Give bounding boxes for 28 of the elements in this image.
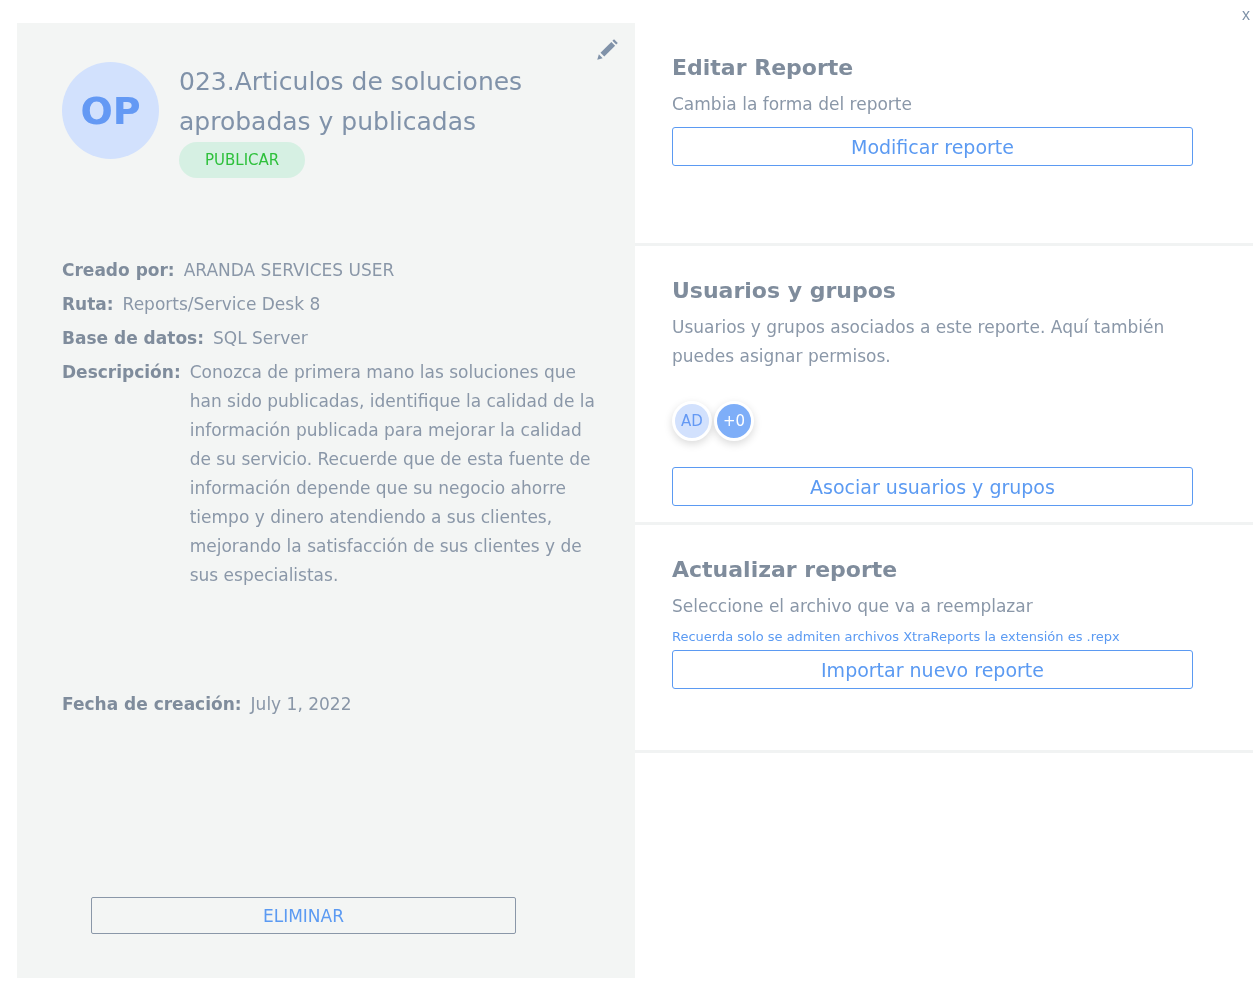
action-button[interactable]: Asociar usuarios y grupos xyxy=(672,467,1193,506)
user-avatar[interactable]: AD xyxy=(672,401,712,441)
detail-value: SQL Server xyxy=(213,327,308,350)
action-button[interactable]: Importar nuevo reporte xyxy=(672,650,1193,689)
delete-button[interactable]: ELIMINAR xyxy=(91,897,516,934)
detail-label: Ruta: xyxy=(62,293,114,316)
report-avatar: OP xyxy=(62,62,159,159)
file-note: Recuerda solo se admiten archivos XtraReports la extensión es .repx xyxy=(672,629,1121,644)
section-title: Editar Reporte xyxy=(672,55,855,80)
detail-label: Base de datos: xyxy=(62,327,204,350)
detail-label: Fecha de creación: xyxy=(62,693,242,716)
section-title: Actualizar reporte xyxy=(672,557,899,582)
detail-value: Reports/Service Desk 8 xyxy=(122,293,321,316)
pencil-icon[interactable] xyxy=(594,37,620,63)
action-button[interactable]: Modificar reporte xyxy=(672,127,1193,166)
report-title: 023.Articulos de soluciones aprobadas y publicadas xyxy=(179,66,524,138)
detail-value: ARANDA SERVICES USER xyxy=(183,259,395,282)
detail-value: July 1, 2022 xyxy=(250,693,352,716)
close-button[interactable]: x xyxy=(1238,4,1254,26)
detail-label: Descripción: xyxy=(62,361,181,384)
section-description: Seleccione el archivo que va a reemplazar xyxy=(672,595,1034,618)
detail-label: Creado por: xyxy=(62,259,175,282)
detail-value: Conozca de primera mano las soluciones que han sido publicadas, identifique la calidad de la información publicada para mejorar la calidad de su servicio. Recuerde que de esta fuente de información depende que su negocio ahorre tiempo y dinero atendiendo a sus clientes, mejorando la satisfacción de sus clientes y de sus especialistas. xyxy=(189,361,595,587)
status-badge: PUBLICAR xyxy=(179,142,306,178)
section-title: Usuarios y grupos xyxy=(672,278,897,303)
section-description: Usuarios y grupos asociados a este reporte. Aquí también puedes asignar permisos. xyxy=(672,316,1166,368)
section-description: Cambia la forma del reporte xyxy=(672,93,913,116)
user-avatar[interactable]: +0 xyxy=(714,401,754,441)
